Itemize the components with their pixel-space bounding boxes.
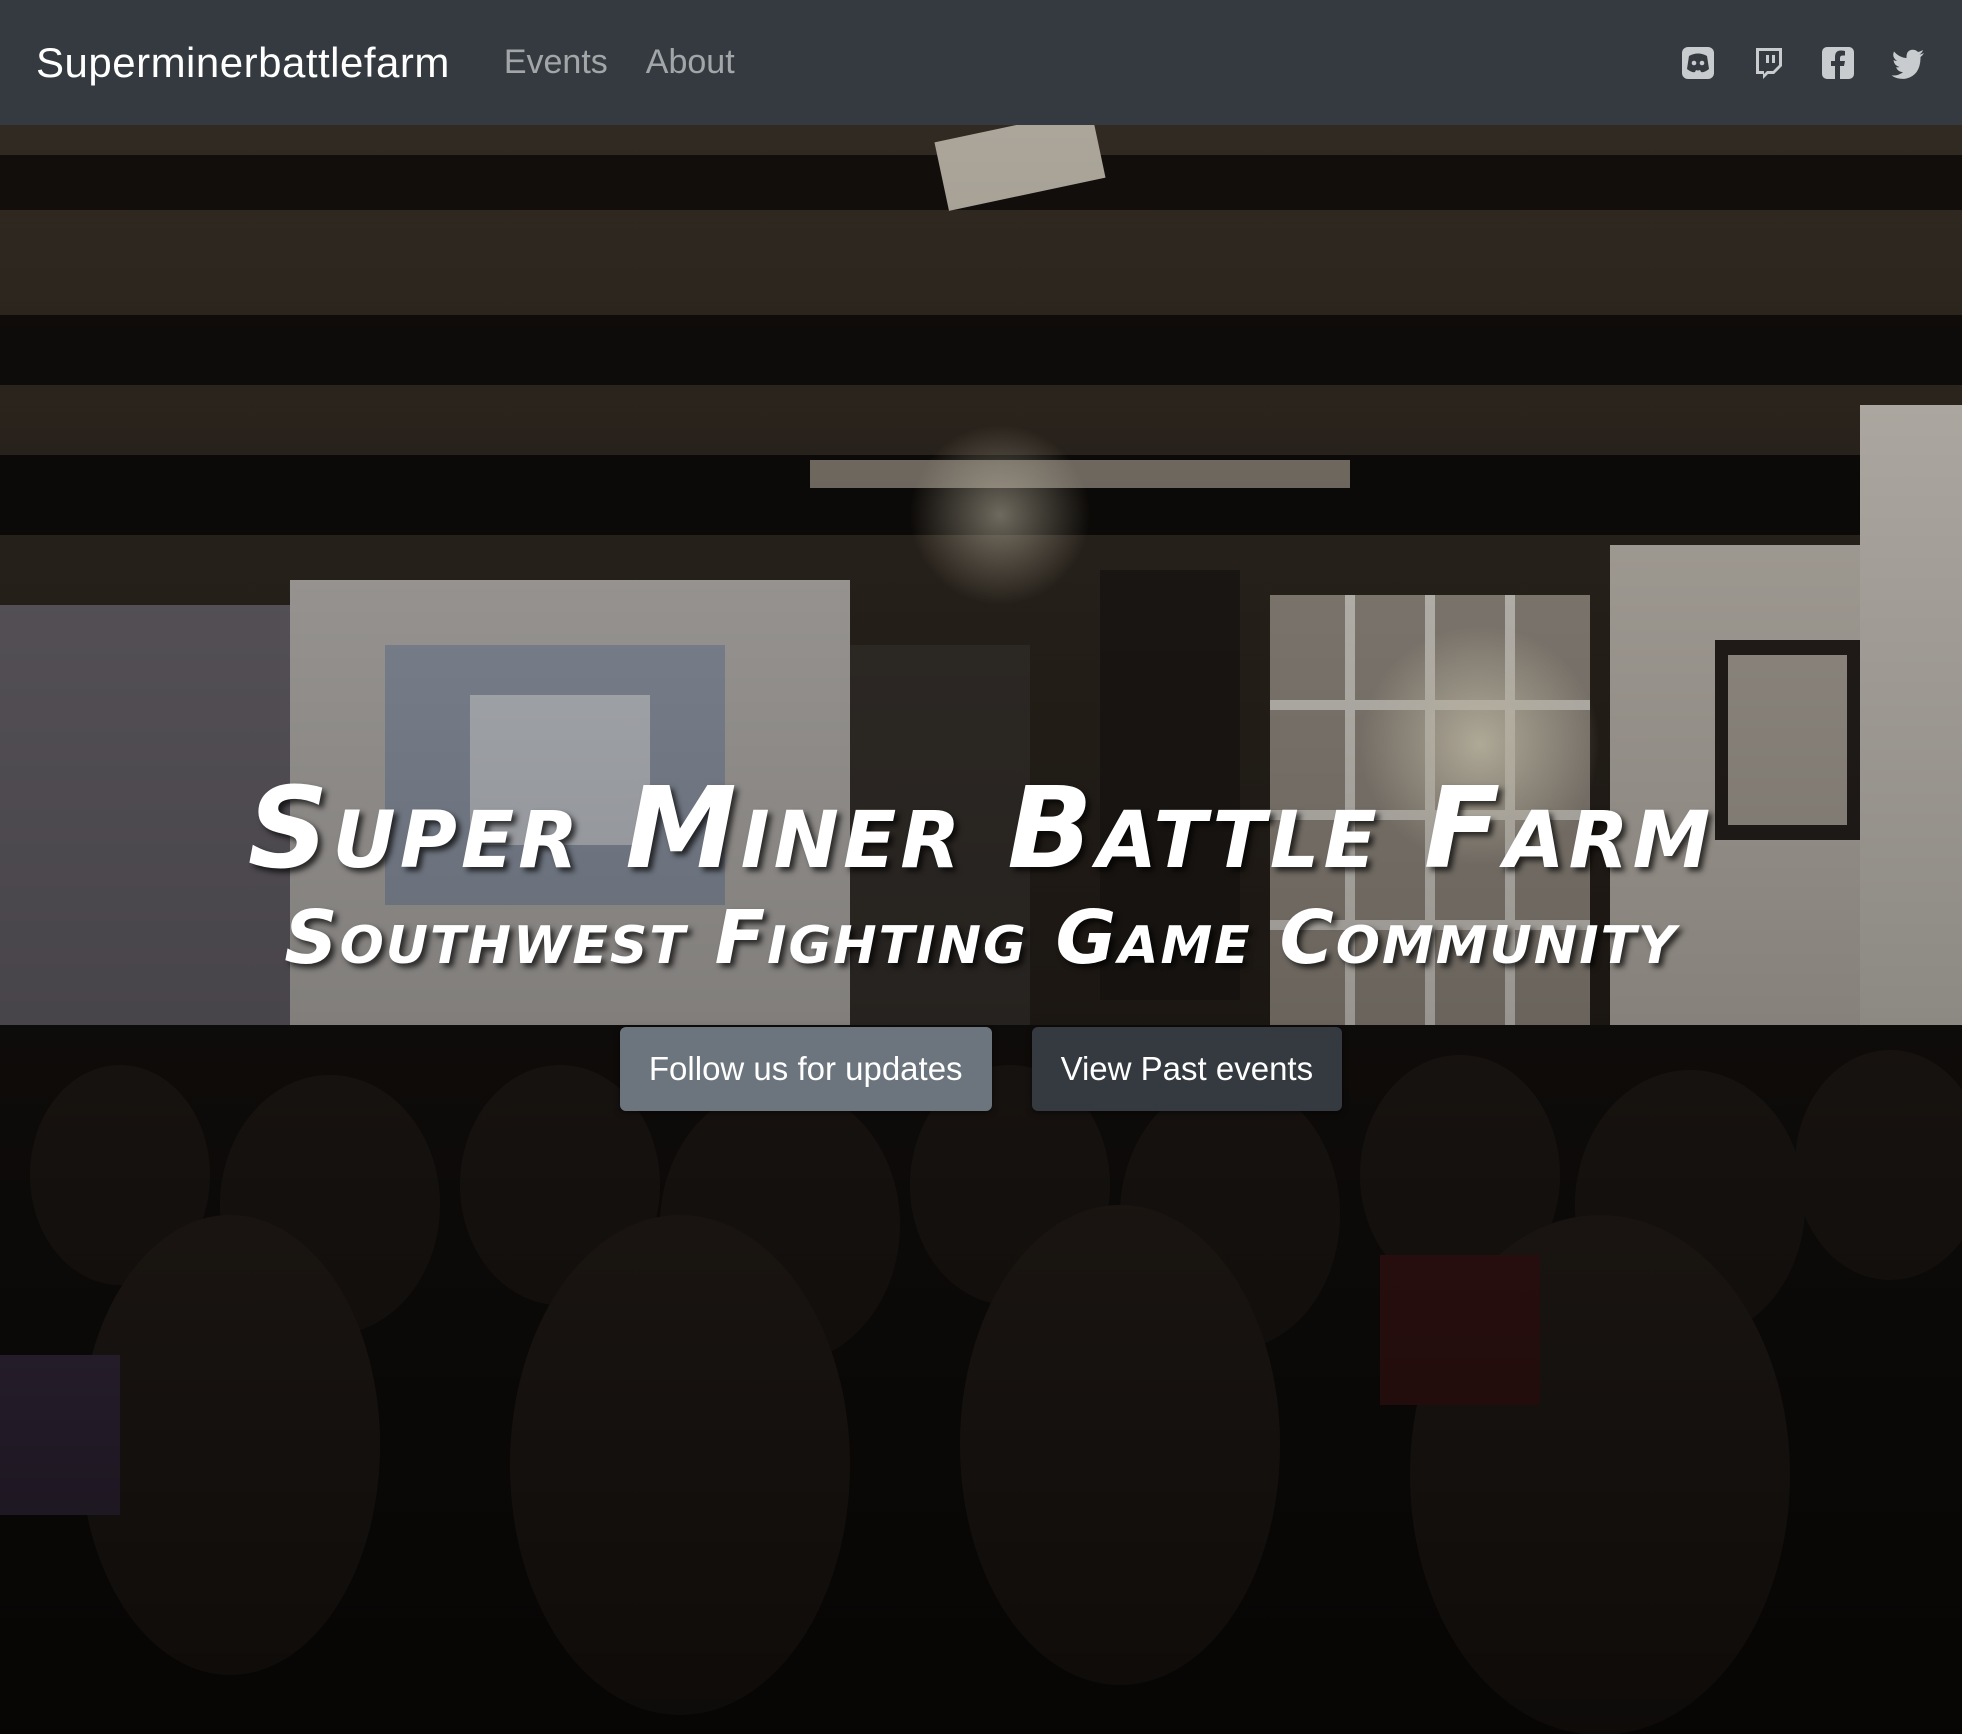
brand-link[interactable]: Superminerbattlefarm bbox=[36, 39, 450, 87]
hero-section: Super Miner Battle Farm Southwest Fighti… bbox=[0, 125, 1962, 1734]
discord-icon[interactable] bbox=[1680, 45, 1716, 81]
twitter-icon[interactable] bbox=[1890, 45, 1926, 81]
nav-link-about[interactable]: About bbox=[646, 43, 735, 82]
hero-buttons: Follow us for updates View Past events bbox=[0, 1026, 1962, 1111]
hero-content: Super Miner Battle Farm Southwest Fighti… bbox=[0, 765, 1962, 1111]
twitch-icon[interactable] bbox=[1750, 45, 1786, 81]
hero-title: Super Miner Battle Farm bbox=[247, 764, 1715, 894]
view-past-events-button[interactable]: View Past events bbox=[1031, 1026, 1343, 1111]
nav-link-events[interactable]: Events bbox=[504, 43, 608, 82]
hero-subtitle: Southwest Fighting Game Community bbox=[284, 894, 1678, 981]
facebook-icon[interactable] bbox=[1820, 45, 1856, 81]
navbar: Superminerbattlefarm Events About bbox=[0, 0, 1962, 125]
social-links bbox=[1680, 45, 1926, 81]
follow-button[interactable]: Follow us for updates bbox=[619, 1026, 992, 1111]
